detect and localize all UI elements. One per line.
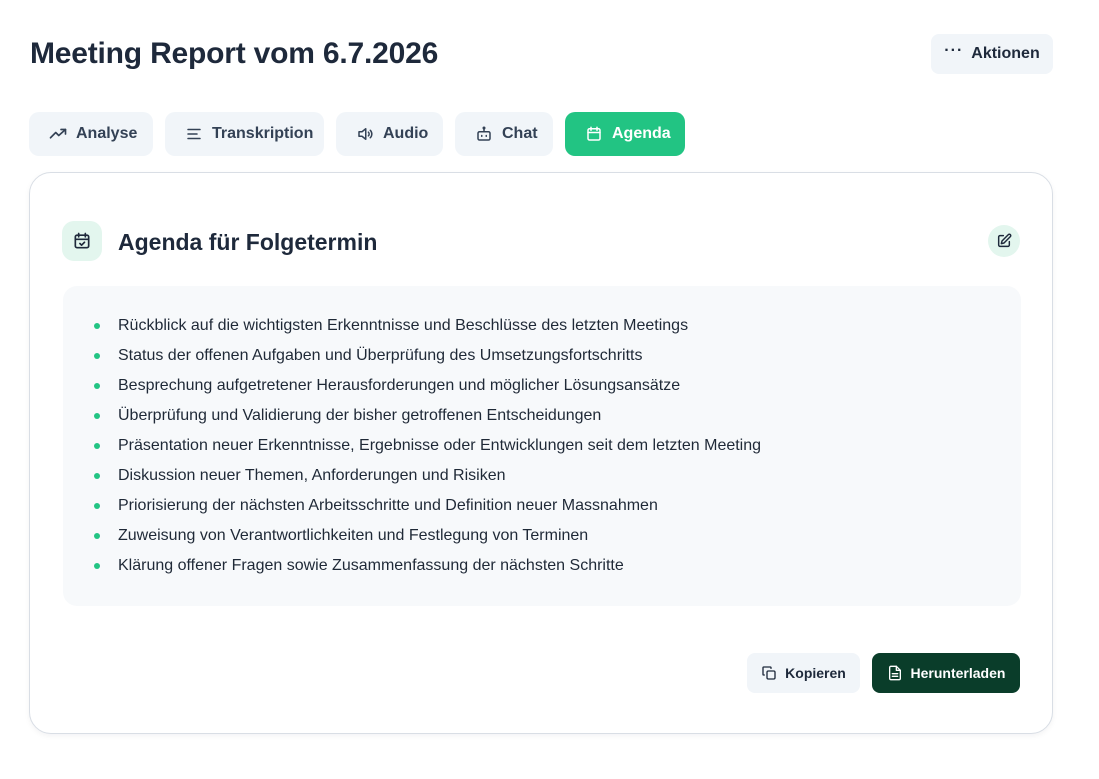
- list-item: Rückblick auf die wichtigsten Erkenntnis…: [63, 313, 1021, 343]
- copy-button-label: Kopieren: [785, 665, 846, 681]
- list-item: Diskussion neuer Themen, Anforderungen u…: [63, 463, 1021, 493]
- tab-label: Analyse: [76, 125, 138, 142]
- calendar-check-icon: [62, 221, 102, 261]
- download-button-label: Herunterladen: [910, 665, 1006, 681]
- agenda-content: Rückblick auf die wichtigsten Erkenntnis…: [63, 286, 1021, 606]
- download-button[interactable]: Herunterladen: [872, 653, 1020, 693]
- page-title: Meeting Report vom 6.7.2026: [30, 37, 439, 70]
- edit-icon: [997, 233, 1012, 248]
- tab-analyse[interactable]: Analyse: [29, 112, 153, 156]
- list-item: Zuweisung von Verantwortlichkeiten und F…: [63, 523, 1021, 553]
- tab-bar: Analyse Transkription Audio Chat Agenda: [29, 112, 685, 156]
- speaker-icon: [358, 128, 373, 140]
- tab-label: Agenda: [612, 125, 671, 142]
- list-item: Besprechung aufgetretener Herausforderun…: [63, 373, 1021, 403]
- tab-label: Transkription: [212, 125, 314, 142]
- tab-agenda[interactable]: Agenda: [565, 112, 685, 156]
- trending-up-icon: [49, 128, 67, 139]
- agenda-card: Agenda für Folgetermin Rückblick auf die…: [29, 172, 1053, 734]
- actions-button[interactable]: ··· Aktionen: [931, 34, 1053, 74]
- text-lines-icon: [187, 128, 201, 140]
- list-item: Überprüfung und Validierung der bisher g…: [63, 403, 1021, 433]
- tab-transkription[interactable]: Transkription: [165, 112, 324, 156]
- actions-button-label: Aktionen: [971, 45, 1040, 62]
- file-text-icon: [888, 665, 901, 681]
- calendar-icon: [587, 126, 601, 141]
- tab-label: Chat: [502, 125, 538, 142]
- bot-icon: [477, 126, 491, 141]
- edit-button[interactable]: [988, 225, 1020, 257]
- more-horizontal-icon: ···: [944, 42, 964, 59]
- tab-chat[interactable]: Chat: [455, 112, 553, 156]
- tab-label: Audio: [383, 125, 429, 142]
- tab-audio[interactable]: Audio: [336, 112, 443, 156]
- list-item: Status der offenen Aufgaben und Überprüf…: [63, 343, 1021, 373]
- agenda-list: Rückblick auf die wichtigsten Erkenntnis…: [63, 313, 1021, 583]
- copy-icon: [762, 666, 776, 680]
- copy-button[interactable]: Kopieren: [747, 653, 860, 693]
- card-title: Agenda für Folgetermin: [118, 229, 378, 255]
- list-item: Priorisierung der nächsten Arbeitsschrit…: [63, 493, 1021, 523]
- list-item: Klärung offener Fragen sowie Zusammenfas…: [63, 553, 1021, 583]
- list-item: Präsentation neuer Erkenntnisse, Ergebni…: [63, 433, 1021, 463]
